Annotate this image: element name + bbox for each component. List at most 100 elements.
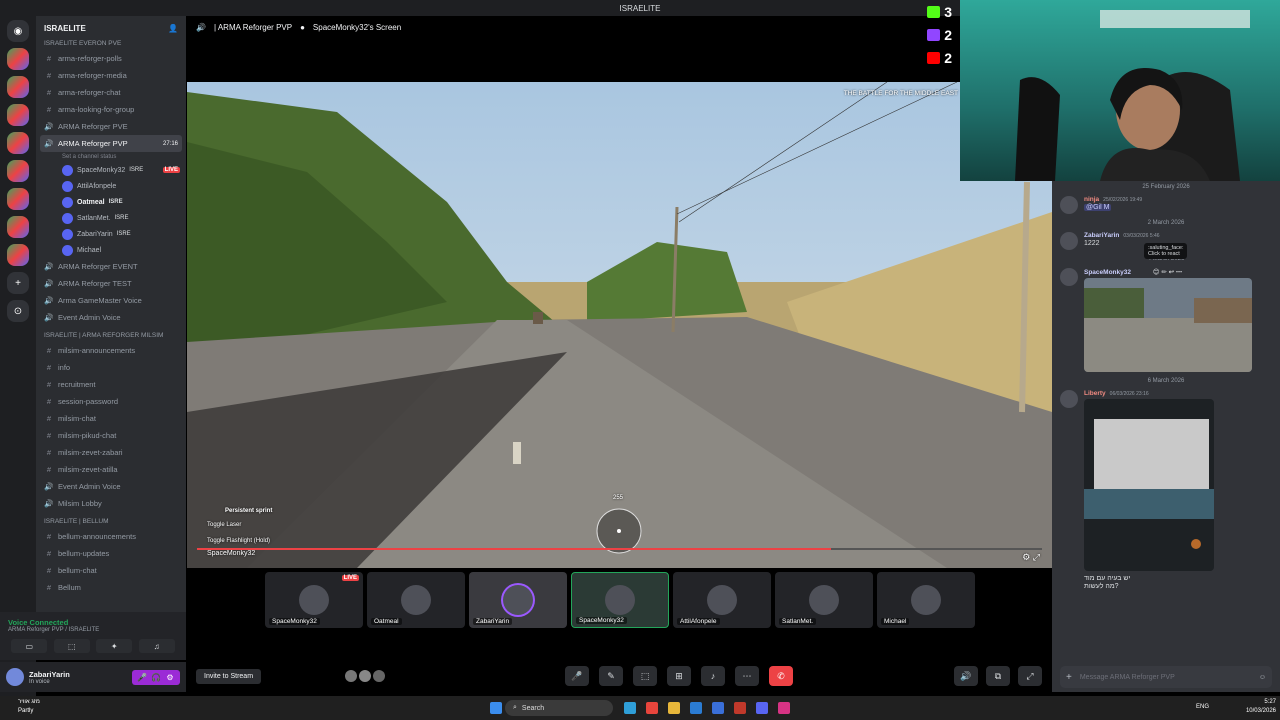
participant-tile[interactable]: Michael xyxy=(877,572,975,628)
share-screen-button[interactable]: ⬚ xyxy=(633,666,658,686)
message-image[interactable] xyxy=(1084,278,1252,372)
channel-text[interactable]: # arma-reforger-polls xyxy=(36,50,186,67)
stream-video[interactable]: THE BATTLE FOR THE MIDDLE EAST Persisten… xyxy=(187,82,1052,568)
edge-icon[interactable] xyxy=(624,702,636,714)
add-member-icon[interactable]: 👤 xyxy=(168,24,178,33)
avatar[interactable] xyxy=(1060,232,1078,250)
channel-text[interactable]: # bellum-updates xyxy=(36,545,186,562)
add-attachment-icon[interactable]: + xyxy=(1066,672,1072,683)
participant-tile[interactable]: Oatmeal xyxy=(367,572,465,628)
channel-text[interactable]: # arma-looking-for-group xyxy=(36,101,186,118)
server-icon-4[interactable] xyxy=(7,132,29,154)
stream-settings-icon[interactable]: ⚙ ⤢ xyxy=(1022,552,1040,563)
chat-message[interactable]: SpaceMonky32 😊 ✏ ↩ ⋯ xyxy=(1052,265,1280,375)
screen-share-button[interactable]: ⬚ xyxy=(53,639,90,653)
server-icon-6[interactable] xyxy=(7,188,29,210)
discover-icon[interactable]: ⊙ xyxy=(7,300,29,322)
language-indicator[interactable]: ENG xyxy=(1196,704,1209,710)
avatar[interactable] xyxy=(1060,268,1078,286)
channel-voice[interactable]: 🔊 Event Admin Voice xyxy=(36,478,186,495)
channel-voice[interactable]: 🔊 ARMA Reforger PVP 27:16 xyxy=(40,135,182,152)
soundboard-button[interactable]: ♪ xyxy=(701,666,726,686)
channel-text[interactable]: # bellum-announcements xyxy=(36,528,186,545)
voice-user[interactable]: AttilAfonpele xyxy=(36,178,186,194)
deafen-icon[interactable]: 🎧 xyxy=(150,673,162,682)
channel-text[interactable]: # milsim-pikud-chat xyxy=(36,427,186,444)
soundboard-button[interactable]: ♫ xyxy=(138,639,175,653)
chrome-icon[interactable] xyxy=(646,702,658,714)
fullscreen-button[interactable]: ⤢ xyxy=(1018,666,1042,686)
popout-button[interactable]: ⧉ xyxy=(986,666,1010,686)
server-icon-5[interactable] xyxy=(7,160,29,182)
channel-text[interactable]: # bellum-chat xyxy=(36,562,186,579)
mute-icon[interactable]: 🎤 xyxy=(136,673,148,682)
channel-text[interactable]: # arma-reforger-chat xyxy=(36,84,186,101)
app-icon[interactable] xyxy=(778,702,790,714)
channel-text[interactable]: # Bellum xyxy=(36,579,186,596)
chat-input[interactable]: + Message ARMA Reforger PVP ☺ xyxy=(1060,666,1272,688)
camera-toggle-button[interactable]: ✎ xyxy=(599,666,624,686)
voice-user[interactable]: Michael xyxy=(36,242,186,258)
voice-user[interactable]: Oatmeal ISRE xyxy=(36,194,186,210)
chat-message[interactable]: ZabariYarin 03/03/2026 5:46 1222 :salutin… xyxy=(1052,229,1280,259)
stream-progress-bar[interactable] xyxy=(197,548,1042,550)
voice-user[interactable]: SatlanMet. ISRE xyxy=(36,210,186,226)
store-icon[interactable] xyxy=(690,702,702,714)
channel-voice[interactable]: 🔊 Arma GameMaster Voice xyxy=(36,292,186,309)
weather-widget[interactable]: מזג אוויר Partly xyxy=(6,698,86,718)
activities-button[interactable]: ⊞ xyxy=(667,666,692,686)
microphone-button[interactable]: 🎤 xyxy=(565,666,590,686)
discord-taskbar-icon[interactable] xyxy=(756,702,768,714)
channel-text[interactable]: # milsim-chat xyxy=(36,410,186,427)
channel-voice[interactable]: 🔊 Milsim Lobby xyxy=(36,495,186,512)
message-actions[interactable]: 😊 ✏ ↩ ⋯ xyxy=(1153,269,1183,276)
file-explorer-icon[interactable] xyxy=(668,702,680,714)
channel-text[interactable]: # milsim-zevet-zabari xyxy=(36,444,186,461)
message-author[interactable]: SpaceMonky32 xyxy=(1084,269,1131,276)
taskbar-search[interactable]: ⌕ Search xyxy=(505,700,613,716)
add-server-icon[interactable]: + xyxy=(7,272,29,294)
avatar[interactable] xyxy=(1060,390,1078,408)
clock[interactable]: 5:27 10/03/2026 xyxy=(1224,698,1276,718)
server-icon-2[interactable] xyxy=(7,76,29,98)
server-icon-8[interactable] xyxy=(7,244,29,266)
more-options-button[interactable]: ⋯ xyxy=(735,666,760,686)
voice-user[interactable]: ZabariYarin ISRE xyxy=(36,226,186,242)
windows-start-icon[interactable] xyxy=(490,702,502,714)
category-milsim[interactable]: ISRAELITE | ARMA Reforger Milsim xyxy=(36,326,186,342)
channel-text[interactable]: # info xyxy=(36,359,186,376)
user-mention[interactable]: @Gil M xyxy=(1084,204,1112,211)
chat-message[interactable]: Liberty 06/03/2026 23:16 יש בעיה עם מוד מ… xyxy=(1052,387,1280,593)
voice-user[interactable]: SpaceMonky32 ISRE LIVE xyxy=(36,162,186,178)
server-header[interactable]: ISRAELITE 👤 xyxy=(36,16,186,40)
camera-button[interactable]: ▭ xyxy=(11,639,48,653)
app-icon[interactable] xyxy=(734,702,746,714)
server-icon-7[interactable] xyxy=(7,216,29,238)
channel-text[interactable]: # milsim-zevet-atilla xyxy=(36,461,186,478)
channel-text[interactable]: # arma-reforger-media xyxy=(36,67,186,84)
category-everon[interactable]: ISRAELITE Everon PVE xyxy=(36,40,186,50)
app-icon[interactable] xyxy=(712,702,724,714)
participant-tile[interactable]: ZabariYarin xyxy=(469,572,567,628)
server-icon-1[interactable] xyxy=(7,48,29,70)
channel-voice[interactable]: 🔊 ARMA Reforger PVE xyxy=(36,118,186,135)
channel-voice[interactable]: 🔊 Event Admin Voice xyxy=(36,309,186,326)
volume-button[interactable]: 🔊 xyxy=(954,666,978,686)
message-image[interactable] xyxy=(1084,399,1214,571)
participant-tile[interactable]: SatlanMet. xyxy=(775,572,873,628)
channel-text[interactable]: # recruitment xyxy=(36,376,186,393)
participant-tile[interactable]: SpaceMonky32 xyxy=(571,572,669,628)
channel-status[interactable]: Set a channel status xyxy=(36,152,186,162)
server-icon-3[interactable] xyxy=(7,104,29,126)
avatar[interactable] xyxy=(1060,196,1078,214)
invite-to-stream-button[interactable]: Invite to Stream xyxy=(196,668,262,684)
chat-message[interactable]: ninja 25/02/2026 19:49 @Gil M xyxy=(1052,193,1280,217)
disconnect-button[interactable]: ✆ xyxy=(769,666,794,686)
avatar[interactable] xyxy=(6,668,24,686)
voice-location[interactable]: ARMA Reforger PVP / ISRAELITE xyxy=(8,627,178,633)
message-author[interactable]: ninja xyxy=(1084,196,1099,203)
discord-home-icon[interactable]: ◉ xyxy=(7,20,29,42)
message-author[interactable]: Liberty xyxy=(1084,390,1106,397)
channel-text[interactable]: # milsim-announcements xyxy=(36,342,186,359)
message-author[interactable]: ZabariYarin xyxy=(1084,232,1119,239)
